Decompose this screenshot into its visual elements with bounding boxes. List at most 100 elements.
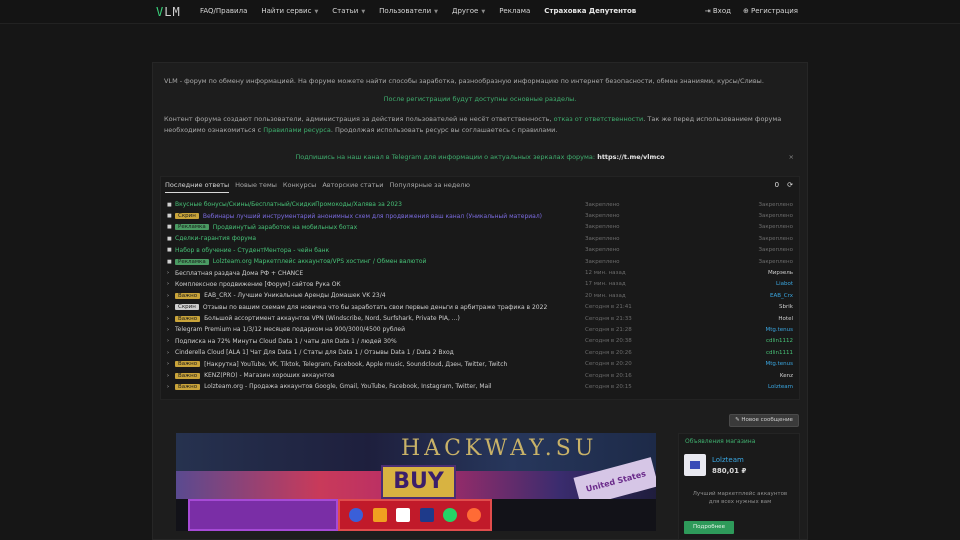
chevron-down-icon: ▼ — [434, 9, 439, 15]
chevron-right-icon: › — [167, 361, 169, 368]
thread-row[interactable]: › Важно Lolzteam.org - Продажа аккаунтов G… — [167, 381, 797, 392]
thread-title[interactable]: EAB_CRX - Лучшие Уникальные Аренды Домаш… — [204, 292, 385, 299]
thread-date: Сегодня в 21:28 — [585, 326, 632, 333]
thread-title[interactable]: Подписка на 72% Минуты Cloud Data 1 / ча… — [175, 338, 397, 345]
threads-count: 0 — [774, 181, 780, 189]
nav-item[interactable]: Страховка Депутентов — [544, 7, 636, 15]
thread-row[interactable]: › Важно KENZ(PRO) - Магазин хороших аккаун… — [167, 370, 797, 381]
thread-row[interactable]: › Бесплатная раздача Дома РФ + CHANCE 12 м… — [167, 267, 797, 278]
thread-title[interactable]: Сделки-гарантия форума — [175, 235, 256, 242]
thread-title[interactable]: Telegram Premium на 1/3/12 месяцев подар… — [175, 326, 405, 333]
auth-links: ⇥ Вход ⊕ Регистрация — [705, 7, 798, 15]
nav-item[interactable]: Статьи ▼ — [332, 7, 365, 15]
thread-author[interactable]: Мирэель — [768, 270, 793, 276]
shop-name[interactable]: Lolzteam — [712, 456, 744, 464]
thread-title[interactable]: Продвинутый заработок на мобильных ботах — [213, 224, 357, 231]
threads-list: ■ Вкусные бонусы/Скины/Бесплатный/СкидкиП… — [167, 199, 797, 393]
thread-title[interactable]: Бесплатная раздача Дома РФ + CHANCE — [175, 270, 303, 277]
thread-title[interactable]: Lolzteam.org Маркетплейс аккаунтов/VPS х… — [213, 258, 427, 265]
thread-author[interactable]: Закреплено — [758, 236, 793, 242]
thread-title[interactable]: [Накрутка] YouTube, VK, Tiktok, Telegram… — [204, 361, 507, 368]
thread-row[interactable]: ■ Сделки-гарантия форума Закреплено Закрепл… — [167, 233, 797, 244]
register-link[interactable]: ⊕ Регистрация — [743, 7, 798, 15]
telegram-notice: Подпишись на наш канал в Telegram для ин… — [164, 150, 796, 164]
tab-item[interactable]: Популярные за неделю — [389, 181, 469, 193]
thread-title[interactable]: Cinderella Cloud [ALA 1] Чат Для Data 1 … — [175, 349, 454, 356]
shop-description: Лучший маркетплейс аккаунтов для всех ну… — [692, 491, 788, 505]
thread-author[interactable]: Закреплено — [758, 247, 793, 253]
thread-row[interactable]: ■ Скрин Вебинары лучший инструментарий ано… — [167, 210, 797, 221]
nav-item[interactable]: Найти сервис ▼ — [261, 7, 318, 15]
thread-row[interactable]: ■ Рекламка Продвинутый заработок на мобиль… — [167, 222, 797, 233]
thread-author[interactable]: Sbrik — [779, 304, 793, 310]
thread-prefix-tag: Рекламка — [175, 224, 209, 231]
threads-tabs: Последние ответы Новые темы Конкурсы Авторс… — [165, 181, 470, 193]
advertising-banner[interactable]: HACKWAY.SU BUY United States — [176, 433, 656, 531]
tab-item[interactable]: Новые темы — [235, 181, 277, 193]
thread-author[interactable]: Kenz — [780, 373, 793, 379]
intro-text: VLM - форум по обмену информацией. На фо… — [164, 77, 764, 85]
site-logo[interactable]: VLM — [156, 5, 181, 19]
thread-title[interactable]: Комплексное продвижение [Форум] сайтов Р… — [175, 281, 341, 288]
refresh-icon[interactable]: ⟳ — [787, 181, 793, 189]
thread-author[interactable]: cdlin1112 — [766, 338, 793, 344]
chevron-down-icon: ▼ — [314, 9, 319, 15]
nav-item[interactable]: Пользователи ▼ — [379, 7, 438, 15]
thread-author[interactable]: Mtg.tenus — [765, 361, 793, 367]
thread-author[interactable]: Mtg.tenus — [765, 327, 793, 333]
pin-icon: ■ — [167, 224, 172, 231]
thread-author[interactable]: Liabot — [776, 281, 793, 287]
disclaimer-link[interactable]: отказ от ответственности — [554, 115, 644, 123]
thread-title[interactable]: Вкусные бонусы/Скины/Бесплатный/СкидкиПр… — [175, 201, 402, 208]
thread-author[interactable]: Закреплено — [758, 202, 793, 208]
banner-buy: BUY — [381, 465, 456, 499]
shop-more-button[interactable]: Подробнее — [684, 521, 734, 534]
tab-item[interactable]: Авторские статьи — [322, 181, 383, 193]
nav-item[interactable]: FAQ/Правила — [200, 7, 247, 15]
thread-row[interactable]: › Cinderella Cloud [ALA 1] Чат Для Data 1… — [167, 347, 797, 358]
tab-item[interactable]: Конкурсы — [283, 181, 316, 193]
nav-item[interactable]: Реклама — [499, 7, 530, 15]
thread-row[interactable]: › Telegram Premium на 1/3/12 месяцев пода… — [167, 324, 797, 335]
mail-icon — [372, 508, 387, 522]
thread-row[interactable]: ■ Вкусные бонусы/Скины/Бесплатный/СкидкиП… — [167, 199, 797, 210]
thread-author[interactable]: Закреплено — [758, 224, 793, 230]
tab-item[interactable]: Последние ответы — [165, 181, 230, 193]
chevron-right-icon: › — [167, 349, 169, 356]
close-icon[interactable]: × — [789, 150, 794, 164]
top-navigation-bar: VLM FAQ/Правила Найти сервис ▼ Статьи ▼ Польз… — [0, 0, 960, 24]
thread-row[interactable]: › Важно Большой ассортимент аккаунтов VPN … — [167, 313, 797, 324]
thread-row[interactable]: › Важно [Накрутка] YouTube, VK, Tiktok, Te… — [167, 358, 797, 369]
telegram-link[interactable]: https://t.me/vlmco — [597, 153, 664, 161]
chrome-icon — [349, 508, 364, 522]
thread-row[interactable]: › Скрин Отзывы по вашим схемам для новичка… — [167, 302, 797, 313]
chevron-down-icon: ▼ — [361, 9, 366, 15]
thread-author[interactable]: Закреплено — [758, 259, 793, 265]
thread-date: Сегодня в 20:16 — [585, 372, 632, 379]
thread-row[interactable]: ■ Рекламка Lolzteam.org Маркетплейс аккаун… — [167, 256, 797, 267]
thread-title[interactable]: Вебинары лучший инструментарий анонимных… — [203, 213, 542, 220]
thread-author[interactable]: Hotel — [778, 316, 793, 322]
thread-author[interactable]: Lolzteam — [768, 384, 793, 390]
rules-link[interactable]: Правилами ресурса — [263, 126, 331, 134]
thread-row[interactable]: › Важно EAB_CRX - Лучшие Уникальные Аренды… — [167, 290, 797, 301]
thread-author[interactable]: Закреплено — [758, 213, 793, 219]
thread-row[interactable]: › Комплексное продвижение [Форум] сайтов … — [167, 279, 797, 290]
pin-icon: ■ — [167, 213, 172, 220]
registration-note[interactable]: После регистрации будут доступны основны… — [152, 95, 808, 103]
thread-row[interactable]: ■ Набор в обучение - СтудентМентора - чей… — [167, 245, 797, 256]
thread-title[interactable]: KENZ(PRO) - Магазин хороших аккаунтов — [204, 372, 334, 379]
shop-price: 880,01 ₽ — [712, 467, 747, 475]
login-link[interactable]: ⇥ Вход — [705, 7, 731, 15]
thread-row[interactable]: › Подписка на 72% Минуты Cloud Data 1 / ч… — [167, 336, 797, 347]
thread-title[interactable]: Набор в обучение - СтудентМентора - чейн… — [175, 247, 329, 254]
thread-prefix-tag: Важно — [175, 372, 201, 379]
new-message-button[interactable]: ✎ Новое сообщение — [729, 414, 799, 427]
thread-author[interactable]: EAB_Crx — [770, 293, 793, 299]
thread-title[interactable]: Большой ассортимент аккаунтов VPN (Winds… — [204, 315, 460, 322]
thread-author[interactable]: cdlin1111 — [766, 350, 793, 356]
nav-item[interactable]: Другое ▼ — [452, 7, 485, 15]
thread-title[interactable]: Lolzteam.org - Продажа аккаунтов Google,… — [204, 383, 491, 390]
main-nav: FAQ/Правила Найти сервис ▼ Статьи ▼ Пользоват… — [200, 7, 636, 15]
thread-title[interactable]: Отзывы по вашим схемам для новичка что б… — [203, 304, 547, 311]
